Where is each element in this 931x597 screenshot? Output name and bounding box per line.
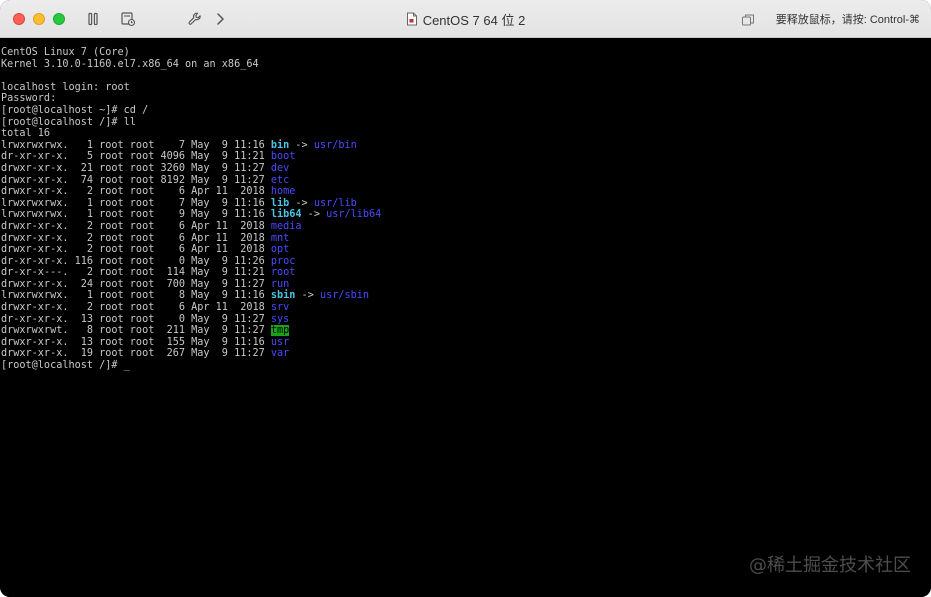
entry-metadata: drwxr-xr-x. 2 root root 6 Apr 11 2018 <box>1 232 271 244</box>
entry-metadata: drwxr-xr-x. 74 root root 8192 May 9 11:2… <box>1 174 271 186</box>
vm-console-screen[interactable]: CentOS Linux 7 (Core) Kernel 3.10.0-1160.… <box>0 38 931 597</box>
directory-entry: lrwxrwxrwx. 1 root root 9 May 9 11:16 li… <box>1 209 381 221</box>
link-arrow: -> <box>289 139 314 151</box>
directory-entry: lrwxrwxrwx. 1 root root 8 May 9 11:16 sb… <box>1 290 381 302</box>
entry-name: srv <box>270 302 290 314</box>
directory-entry: dr-xr-xr-x. 5 root root 4096 May 9 11:21… <box>1 151 381 163</box>
console-line: localhost login: root <box>1 82 381 94</box>
link-arrow: -> <box>295 290 320 302</box>
entry-name: root <box>270 267 296 279</box>
entry-name: proc <box>270 255 296 267</box>
terminal-output: CentOS Linux 7 (Core) Kernel 3.10.0-1160.… <box>1 47 381 372</box>
link-arrow: -> <box>289 197 314 209</box>
console-text: CentOS Linux 7 (Core) <box>1 47 130 58</box>
entry-name: tmp <box>270 325 290 337</box>
link-arrow: -> <box>301 209 327 221</box>
console-text: localhost login: root <box>1 81 130 93</box>
entry-metadata: lrwxrwxrwx. 1 root root 7 May 9 11:16 <box>1 197 271 209</box>
entry-name: dev <box>270 162 290 174</box>
entry-metadata: lrwxrwxrwx. 1 root root 9 May 9 11:16 <box>1 209 271 221</box>
entry-name: mnt <box>270 232 290 244</box>
entry-metadata: drwxr-xr-x. 2 root root 6 Apr 11 2018 <box>1 220 271 232</box>
entry-name: lib <box>270 197 290 209</box>
directory-entry: drwxr-xr-x. 19 root root 267 May 9 11:27… <box>1 348 381 360</box>
console-text: Password: <box>1 93 57 105</box>
directory-entry: dr-xr-xr-x. 13 root root 0 May 9 11:27 s… <box>1 314 381 326</box>
entry-metadata: dr-xr-xr-x. 5 root root 4096 May 9 11:21 <box>1 151 271 163</box>
console-text: [root@localhost /]# ll <box>1 116 136 128</box>
title-bar[interactable]: CentOS 7 64 位 2 要释放鼠标，请按: Control-⌘ <box>0 0 931 38</box>
entry-name: sys <box>270 313 290 325</box>
entry-metadata: drwxrwxrwt. 8 root root 211 May 9 11:27 <box>1 325 271 337</box>
entry-name: bin <box>270 139 290 151</box>
entry-metadata: drwxr-xr-x. 2 root root 6 Apr 11 2018 <box>1 244 271 256</box>
directory-entry: drwxrwxrwt. 8 root root 211 May 9 11:27 … <box>1 325 381 337</box>
directory-entry: drwxr-xr-x. 2 root root 6 Apr 11 2018 op… <box>1 244 381 256</box>
directory-entry: drwxr-xr-x. 2 root root 6 Apr 11 2018 me… <box>1 221 381 233</box>
directory-entry: dr-xr-xr-x. 116 root root 0 May 9 11:26 … <box>1 256 381 268</box>
link-target: usr/sbin <box>319 290 370 302</box>
window-title: CentOS 7 64 位 2 <box>422 12 526 28</box>
link-target: usr/bin <box>313 139 357 151</box>
entry-metadata: dr-xr-xr-x. 13 root root 0 May 9 11:27 <box>1 313 271 325</box>
directory-entry: drwxr-xr-x. 2 root root 6 Apr 11 2018 mn… <box>1 233 381 245</box>
directory-entry: drwxr-xr-x. 74 root root 8192 May 9 11:2… <box>1 175 381 187</box>
entry-name: lib64 <box>270 209 302 221</box>
entry-metadata: drwxr-xr-x. 19 root root 267 May 9 11:27 <box>1 348 271 360</box>
entry-metadata: drwxr-xr-x. 2 root root 6 Apr 11 2018 <box>1 302 271 314</box>
entry-name: home <box>270 186 296 198</box>
link-target: usr/lib <box>313 197 357 209</box>
link-target: usr/lib64 <box>326 209 382 221</box>
entry-name: usr <box>270 336 290 348</box>
console-line: total 16 <box>1 128 381 140</box>
entry-name: var <box>270 348 290 360</box>
entry-metadata: dr-xr-x---. 2 root root 114 May 9 11:21 <box>1 267 271 279</box>
watermark: @稀土掘金技术社区 <box>749 555 911 576</box>
release-mouse-hint: 要释放鼠标，请按: Control-⌘ <box>775 14 920 26</box>
console-line: [root@localhost ~]# cd / <box>1 105 381 117</box>
entry-metadata: drwxr-xr-x. 24 root root 700 May 9 11:27 <box>1 278 271 290</box>
directory-entry: drwxr-xr-x. 13 root root 155 May 9 11:16… <box>1 337 381 349</box>
console-line: [root@localhost /]# ll <box>1 117 381 129</box>
directory-entry: lrwxrwxrwx. 1 root root 7 May 9 11:16 bi… <box>1 140 381 152</box>
directory-entry: drwxr-xr-x. 2 root root 6 Apr 11 2018 ho… <box>1 186 381 198</box>
entry-metadata: lrwxrwxrwx. 1 root root 8 May 9 11:16 <box>1 290 271 302</box>
restore-icon[interactable] <box>741 12 755 26</box>
console-line: Kernel 3.10.0-1160.el7.x86_64 on an x86_… <box>1 59 381 71</box>
entry-name: opt <box>270 244 290 256</box>
console-line: Password: <box>1 93 381 105</box>
text-cursor: _ <box>123 360 130 372</box>
entry-metadata: dr-xr-xr-x. 116 root root 0 May 9 11:26 <box>1 255 271 267</box>
entry-metadata: drwxr-xr-x. 13 root root 155 May 9 11:16 <box>1 336 271 348</box>
directory-entry: drwxr-xr-x. 24 root root 700 May 9 11:27… <box>1 279 381 291</box>
directory-entry: drwxr-xr-x. 2 root root 6 Apr 11 2018 sr… <box>1 302 381 314</box>
directory-entry: drwxr-xr-x. 21 root root 3260 May 9 11:2… <box>1 163 381 175</box>
console-text: total 16 <box>1 128 51 140</box>
console-text: [root@localhost ~]# cd / <box>1 104 149 116</box>
entry-metadata: lrwxrwxrwx. 1 root root 7 May 9 11:16 <box>1 139 271 151</box>
vm-window: CentOS 7 64 位 2 要释放鼠标，请按: Control-⌘ Cent… <box>0 0 931 597</box>
virtual-machine-icon <box>406 12 418 26</box>
directory-entry: lrwxrwxrwx. 1 root root 7 May 9 11:16 li… <box>1 198 381 210</box>
console-text: Kernel 3.10.0-1160.el7.x86_64 on an x86_… <box>1 58 259 70</box>
entry-name: media <box>270 220 302 232</box>
shell-prompt: [root@localhost /]# <box>1 360 124 372</box>
entry-metadata: drwxr-xr-x. 2 root root 6 Apr 11 2018 <box>1 186 271 198</box>
directory-entry: dr-xr-x---. 2 root root 114 May 9 11:21 … <box>1 267 381 279</box>
entry-name: sbin <box>270 290 296 302</box>
prompt-line: [root@localhost /]# _ <box>1 360 381 372</box>
entry-name: boot <box>270 151 296 163</box>
entry-name: run <box>270 278 290 290</box>
entry-metadata: drwxr-xr-x. 21 root root 3260 May 9 11:2… <box>1 162 271 174</box>
console-line: CentOS Linux 7 (Core) <box>1 47 381 59</box>
entry-name: etc <box>270 174 290 186</box>
